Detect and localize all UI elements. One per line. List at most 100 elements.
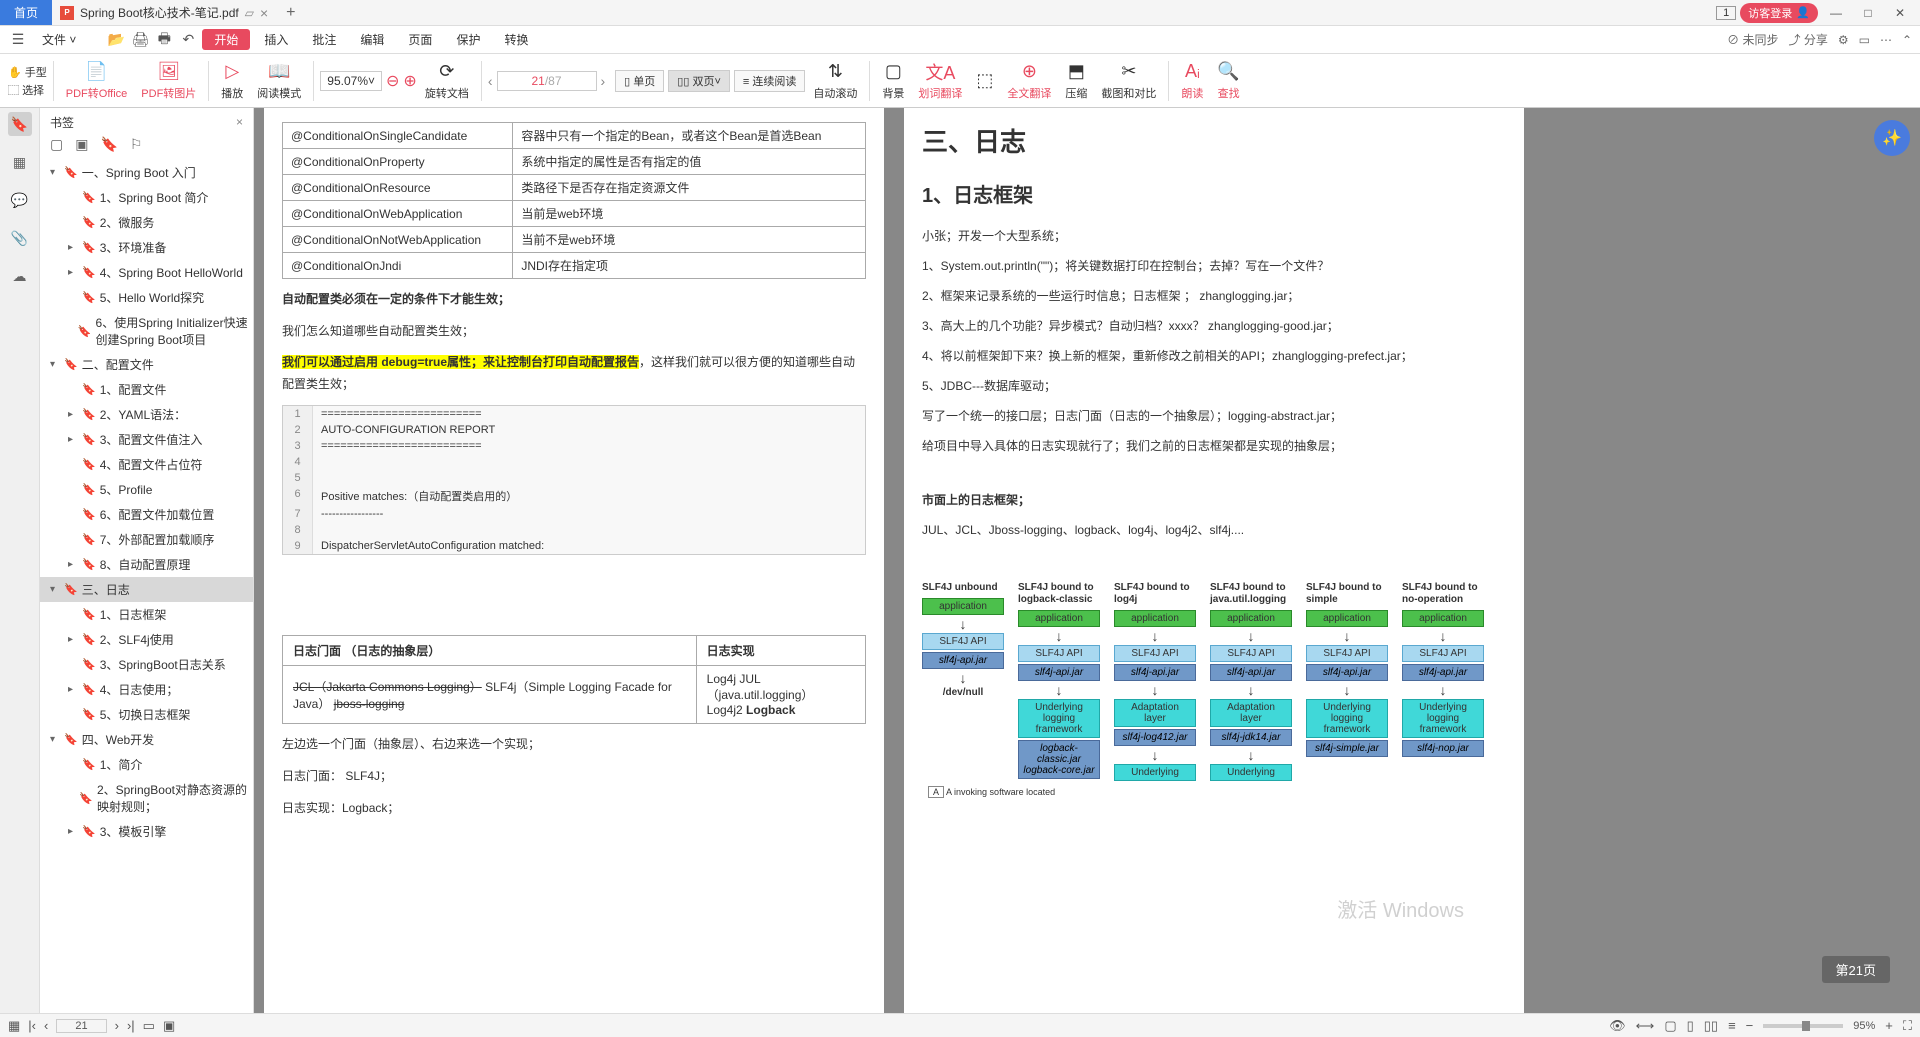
hand-tool[interactable]: ✋ 手型 xyxy=(8,64,47,80)
close-window-button[interactable]: ✕ xyxy=(1886,6,1914,20)
home-tab[interactable]: 首页 xyxy=(0,0,52,25)
word-translate[interactable]: 文A划词翻译 xyxy=(912,61,968,101)
sb-fit-width-icon[interactable]: ⟷ xyxy=(1636,1018,1655,1034)
bookmark-item[interactable]: 🔖5、Hello World探究 xyxy=(40,285,253,310)
close-panel-icon[interactable]: × xyxy=(236,115,243,129)
sb-page-input[interactable]: 21 xyxy=(56,1019,106,1033)
file-menu[interactable]: 文件 ˅ xyxy=(32,29,86,50)
minimize-button[interactable]: — xyxy=(1822,6,1850,20)
sb-grid-icon[interactable]: ▦ xyxy=(8,1018,20,1034)
open-icon[interactable]: 📂 xyxy=(106,31,126,48)
maximize-button[interactable]: □ xyxy=(1854,6,1882,20)
bookmark-item[interactable]: 🔖6、使用Spring Initializer快速创建Spring Boot项目 xyxy=(40,310,253,352)
bookmark-item[interactable]: ▸🔖2、YAML语法： xyxy=(40,402,253,427)
bookmark-item[interactable]: 🔖6、配置文件加载位置 xyxy=(40,502,253,527)
read-aloud[interactable]: Aᵢ朗读 xyxy=(1175,61,1209,101)
sb-zoom-out[interactable]: − xyxy=(1746,1018,1754,1033)
sync-status[interactable]: ⊘ 未同步 xyxy=(1727,31,1778,48)
auto-scroll[interactable]: ⇅自动滚动 xyxy=(807,61,863,101)
bm-tool-2[interactable]: ▣ xyxy=(75,136,88,160)
document-viewport[interactable]: @ConditionalOnSingleCandidate容器中只有一个指定的B… xyxy=(254,108,1920,1013)
settings-icon[interactable]: ⚙ xyxy=(1838,33,1849,47)
sb-mark2-icon[interactable]: ▣ xyxy=(163,1018,175,1034)
insert-menu[interactable]: 插入 xyxy=(254,29,298,50)
sb-fullscreen-icon[interactable]: ⛶ xyxy=(1903,1018,1912,1034)
rotate-button[interactable]: ⟳旋转文档 xyxy=(419,61,475,101)
sb-last-icon[interactable]: ›| xyxy=(127,1018,135,1033)
find-button[interactable]: 🔍查找 xyxy=(1211,61,1245,101)
bookmark-item[interactable]: ▾🔖四、Web开发 xyxy=(40,727,253,752)
cloud-icon[interactable]: ☁ xyxy=(8,264,32,288)
start-menu[interactable]: 开始 xyxy=(202,29,250,50)
comment-icon[interactable]: 💬 xyxy=(8,188,32,212)
bookmark-icon[interactable]: 🔖 xyxy=(8,112,32,136)
close-tab-icon[interactable]: × xyxy=(260,5,268,21)
sb-layout3-icon[interactable]: ≡ xyxy=(1728,1018,1736,1033)
share-button[interactable]: ⤴ 分享 xyxy=(1788,31,1827,48)
doc-menu-icon[interactable]: ▱ xyxy=(245,6,254,20)
bm-tool-4[interactable]: ⚐ xyxy=(130,136,143,160)
hamburger-icon[interactable]: ☰ xyxy=(8,31,28,48)
bookmark-item[interactable]: 🔖1、配置文件 xyxy=(40,377,253,402)
zoom-in-icon[interactable]: ⊕ xyxy=(403,71,416,91)
bookmark-item[interactable]: ▾🔖一、Spring Boot 入门 xyxy=(40,160,253,185)
sb-next-icon[interactable]: › xyxy=(115,1018,119,1033)
page-number-input[interactable]: 21/87 xyxy=(497,71,597,91)
pdf-to-office[interactable]: 📄PDF转Office xyxy=(60,61,134,101)
next-page-icon[interactable]: › xyxy=(601,73,606,89)
sb-eye-icon[interactable]: 👁 xyxy=(1609,1018,1626,1034)
bm-tool-3[interactable]: 🔖 xyxy=(100,136,117,160)
bookmark-item[interactable]: ▸🔖2、SLF4j使用 xyxy=(40,627,253,652)
bookmark-item[interactable]: ▸🔖3、环境准备 xyxy=(40,235,253,260)
page-menu[interactable]: 页面 xyxy=(398,29,442,50)
sb-fit-page-icon[interactable]: ▢ xyxy=(1664,1018,1676,1034)
bookmark-item[interactable]: ▸🔖3、模板引擎 xyxy=(40,819,253,844)
compress-button[interactable]: ⬒压缩 xyxy=(1059,61,1093,101)
double-page-button[interactable]: ▯▯ 双页˅ xyxy=(668,70,730,92)
bookmark-item[interactable]: 🔖7、外部配置加载顺序 xyxy=(40,527,253,552)
bookmark-item[interactable]: ▸🔖8、自动配置原理 xyxy=(40,552,253,577)
bookmark-item[interactable]: 🔖1、简介 xyxy=(40,752,253,777)
select-tool[interactable]: ⬚ 选择 xyxy=(8,82,47,98)
bookmark-item[interactable]: ▸🔖4、Spring Boot HelloWorld xyxy=(40,260,253,285)
sb-mark1-icon[interactable]: ▭ xyxy=(143,1018,155,1034)
continuous-button[interactable]: ≡ 连续阅读 xyxy=(734,70,805,92)
zoom-level[interactable]: 95.07% ˅ xyxy=(320,71,382,91)
bookmark-item[interactable]: 🔖3、SpringBoot日志关系 xyxy=(40,652,253,677)
protect-menu[interactable]: 保护 xyxy=(446,29,490,50)
save-icon[interactable]: 🖨 xyxy=(130,31,150,48)
document-tab[interactable]: P Spring Boot核心技术-笔记.pdf ▱ × xyxy=(52,0,276,25)
bookmark-item[interactable]: ▸🔖3、配置文件值注入 xyxy=(40,427,253,452)
zoom-slider[interactable] xyxy=(1763,1024,1843,1028)
sb-prev-icon[interactable]: ‹ xyxy=(44,1018,48,1033)
prev-page-icon[interactable]: ‹ xyxy=(488,73,493,89)
read-mode[interactable]: 📖阅读模式 xyxy=(251,61,307,101)
bm-tool-1[interactable]: ▢ xyxy=(50,136,63,160)
bookmark-item[interactable]: 🔖5、切换日志框架 xyxy=(40,702,253,727)
undo-icon[interactable]: ↶ xyxy=(178,31,198,48)
sb-zoom-in[interactable]: + xyxy=(1885,1018,1893,1033)
full-translate[interactable]: ⊕全文翻译 xyxy=(1001,61,1057,101)
print-icon[interactable]: 🖶 xyxy=(154,28,174,52)
bookmark-item[interactable]: 🔖2、微服务 xyxy=(40,210,253,235)
edit-menu[interactable]: 编辑 xyxy=(350,29,394,50)
select-translate-icon[interactable]: ⬚ xyxy=(970,70,999,92)
zoom-out-icon[interactable]: ⊖ xyxy=(386,71,399,91)
bookmark-item[interactable]: 🔖4、配置文件占位符 xyxy=(40,452,253,477)
ai-assistant-button[interactable]: ✨ xyxy=(1874,120,1910,156)
bookmark-item[interactable]: ▾🔖三、日志 xyxy=(40,577,253,602)
play-button[interactable]: ▷播放 xyxy=(215,61,249,101)
background-button[interactable]: ▢背景 xyxy=(876,61,910,101)
more-icon[interactable]: ⋯ xyxy=(1880,33,1892,47)
min-ribbon-icon[interactable]: ▭ xyxy=(1859,33,1870,47)
attachment-icon[interactable]: 📎 xyxy=(8,226,32,250)
bookmark-item[interactable]: 🔖2、SpringBoot对静态资源的映射规则； xyxy=(40,777,253,819)
single-page-button[interactable]: ▯ 单页 xyxy=(615,70,664,92)
sb-layout1-icon[interactable]: ▯ xyxy=(1687,1018,1694,1034)
bookmark-item[interactable]: ▸🔖4、日志使用； xyxy=(40,677,253,702)
annotate-menu[interactable]: 批注 xyxy=(302,29,346,50)
bookmark-item[interactable]: 🔖1、日志框架 xyxy=(40,602,253,627)
screenshot-button[interactable]: ✂截图和对比 xyxy=(1095,61,1162,101)
bookmark-item[interactable]: 🔖5、Profile xyxy=(40,477,253,502)
sb-first-icon[interactable]: |‹ xyxy=(28,1018,36,1033)
